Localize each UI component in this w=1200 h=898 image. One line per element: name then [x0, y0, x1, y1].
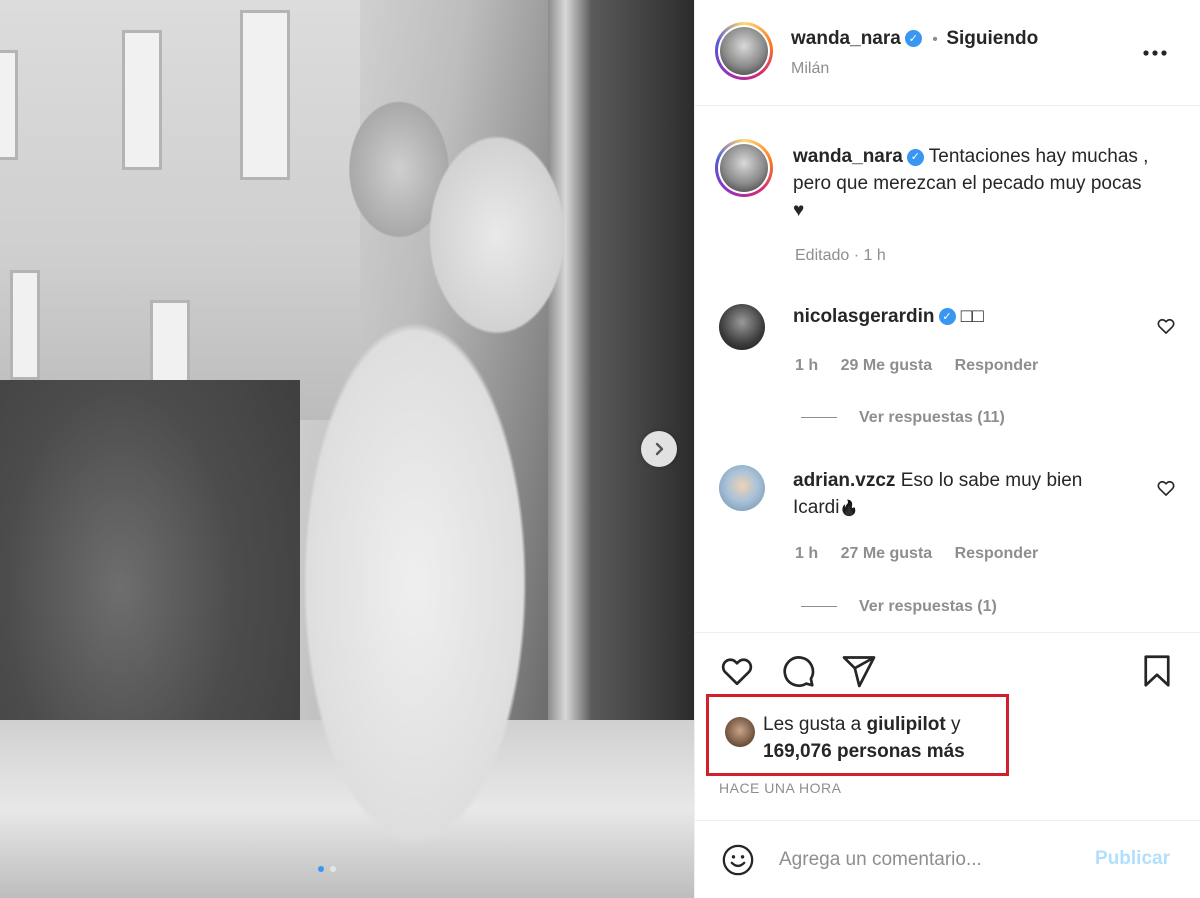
author-avatar[interactable] — [715, 22, 773, 80]
following-button[interactable]: Siguiendo — [946, 28, 1038, 49]
comment-time[interactable]: 1 h — [795, 545, 818, 562]
photo-hair — [365, 70, 605, 400]
comment-button[interactable] — [780, 653, 816, 689]
likes-connector: y — [950, 714, 961, 735]
liker-avatar[interactable] — [725, 717, 755, 747]
verified-badge-icon: ✓ — [906, 149, 924, 166]
comment-username[interactable]: adrian.vzcz — [793, 470, 895, 491]
header-title-row: wanda_nara ✓ • Siguiendo — [791, 28, 1038, 50]
save-button[interactable] — [1139, 653, 1175, 689]
publish-button[interactable]: Publicar — [1095, 848, 1170, 870]
share-button[interactable] — [841, 653, 877, 689]
comment-text-line-1: Eso lo sabe muy bien — [900, 470, 1083, 491]
like-button[interactable] — [719, 653, 755, 689]
more-options-button[interactable] — [1141, 40, 1171, 64]
bookmark-icon — [1144, 655, 1170, 687]
likes-count[interactable]: 169,076 personas más — [763, 741, 965, 762]
comment-reply-button[interactable]: Responder — [955, 545, 1039, 562]
comment-like-button[interactable] — [1156, 478, 1176, 498]
comment-bubble-icon — [783, 656, 815, 687]
comment-like-button[interactable] — [1156, 316, 1176, 336]
heart-outline-icon — [1157, 318, 1175, 335]
view-replies-line — [801, 417, 837, 419]
smiley-icon — [722, 844, 754, 876]
comment-composer: Publicar — [695, 820, 1200, 898]
caption-author-username[interactable]: wanda_nara — [793, 146, 903, 167]
comment-avatar[interactable] — [719, 304, 765, 350]
post-timestamp[interactable]: HACE UNA HORA — [719, 780, 841, 796]
carousel-next-button[interactable] — [641, 431, 677, 467]
comment-input[interactable] — [779, 843, 1059, 877]
heart-emoji-icon: ♥ — [793, 200, 805, 221]
heart-outline-icon — [1157, 480, 1175, 497]
caption-meta: Editado · 1 h — [795, 247, 886, 264]
verified-badge-icon: ✓ — [904, 30, 922, 47]
comment-reply-button[interactable]: Responder — [955, 357, 1039, 374]
carousel-dot-active — [318, 866, 324, 872]
view-replies-line — [801, 606, 837, 608]
view-replies-label: Ver respuestas (11) — [859, 409, 1005, 426]
post-actions: Les gusta a giulipilot y 169,076 persona… — [695, 632, 1200, 802]
comment-text-line-2: Icardi — [793, 497, 840, 518]
comment-body: adrian.vzcz Eso lo sabe muy bien Icardi🔥 — [793, 467, 1133, 522]
post-caption: wanda_nara ✓ Tentaciones hay muchas , per… — [793, 143, 1183, 224]
caption-line-1: Tentaciones hay muchas , — [928, 146, 1149, 167]
comment-time[interactable]: 1 h — [795, 357, 818, 374]
fire-emoji-icon: 🔥 — [839, 500, 859, 517]
caption-line-2: pero que merezcan el pecado muy pocas — [793, 173, 1142, 194]
post-photo — [0, 0, 694, 898]
comment-meta: 1 h 27 Me gusta Responder — [795, 545, 1038, 563]
post-side-panel: wanda_nara ✓ • Siguiendo Milán wanda_nara… — [694, 0, 1200, 898]
comment-username[interactable]: nicolasgerardin — [793, 306, 935, 327]
view-replies-button[interactable]: Ver respuestas (11) — [801, 409, 1005, 427]
verified-badge-icon: ✓ — [938, 308, 956, 325]
view-replies-button[interactable]: Ver respuestas (1) — [801, 598, 997, 616]
comment-like-count[interactable]: 27 Me gusta — [841, 545, 933, 562]
chevron-right-icon — [655, 442, 664, 456]
author-username[interactable]: wanda_nara — [791, 28, 901, 49]
likes-highlight-box: Les gusta a giulipilot y 169,076 persona… — [706, 694, 1009, 776]
comment-like-count[interactable]: 29 Me gusta — [841, 357, 933, 374]
header-separator: • — [932, 31, 938, 48]
post-header: wanda_nara ✓ • Siguiendo Milán — [695, 0, 1200, 106]
carousel-dots — [318, 866, 336, 872]
more-horizontal-icon — [1143, 50, 1167, 56]
likes-summary[interactable]: Les gusta a giulipilot y 169,076 persona… — [763, 711, 965, 765]
carousel-dot — [330, 866, 336, 872]
caption-author-avatar[interactable] — [715, 139, 773, 197]
comment-body: nicolasgerardin ✓ □□ — [793, 306, 984, 328]
liker-username[interactable]: giulipilot — [867, 714, 946, 735]
view-replies-label: Ver respuestas (1) — [859, 598, 997, 615]
comment-meta: 1 h 29 Me gusta Responder — [795, 357, 1038, 375]
post-location[interactable]: Milán — [791, 60, 829, 78]
heart-outline-icon — [721, 658, 753, 686]
emoji-button[interactable] — [721, 843, 755, 877]
paper-plane-icon — [842, 656, 876, 688]
comment-text: □□ — [960, 306, 984, 327]
likes-prefix: Les gusta a — [763, 714, 862, 735]
comment-avatar[interactable] — [719, 465, 765, 511]
